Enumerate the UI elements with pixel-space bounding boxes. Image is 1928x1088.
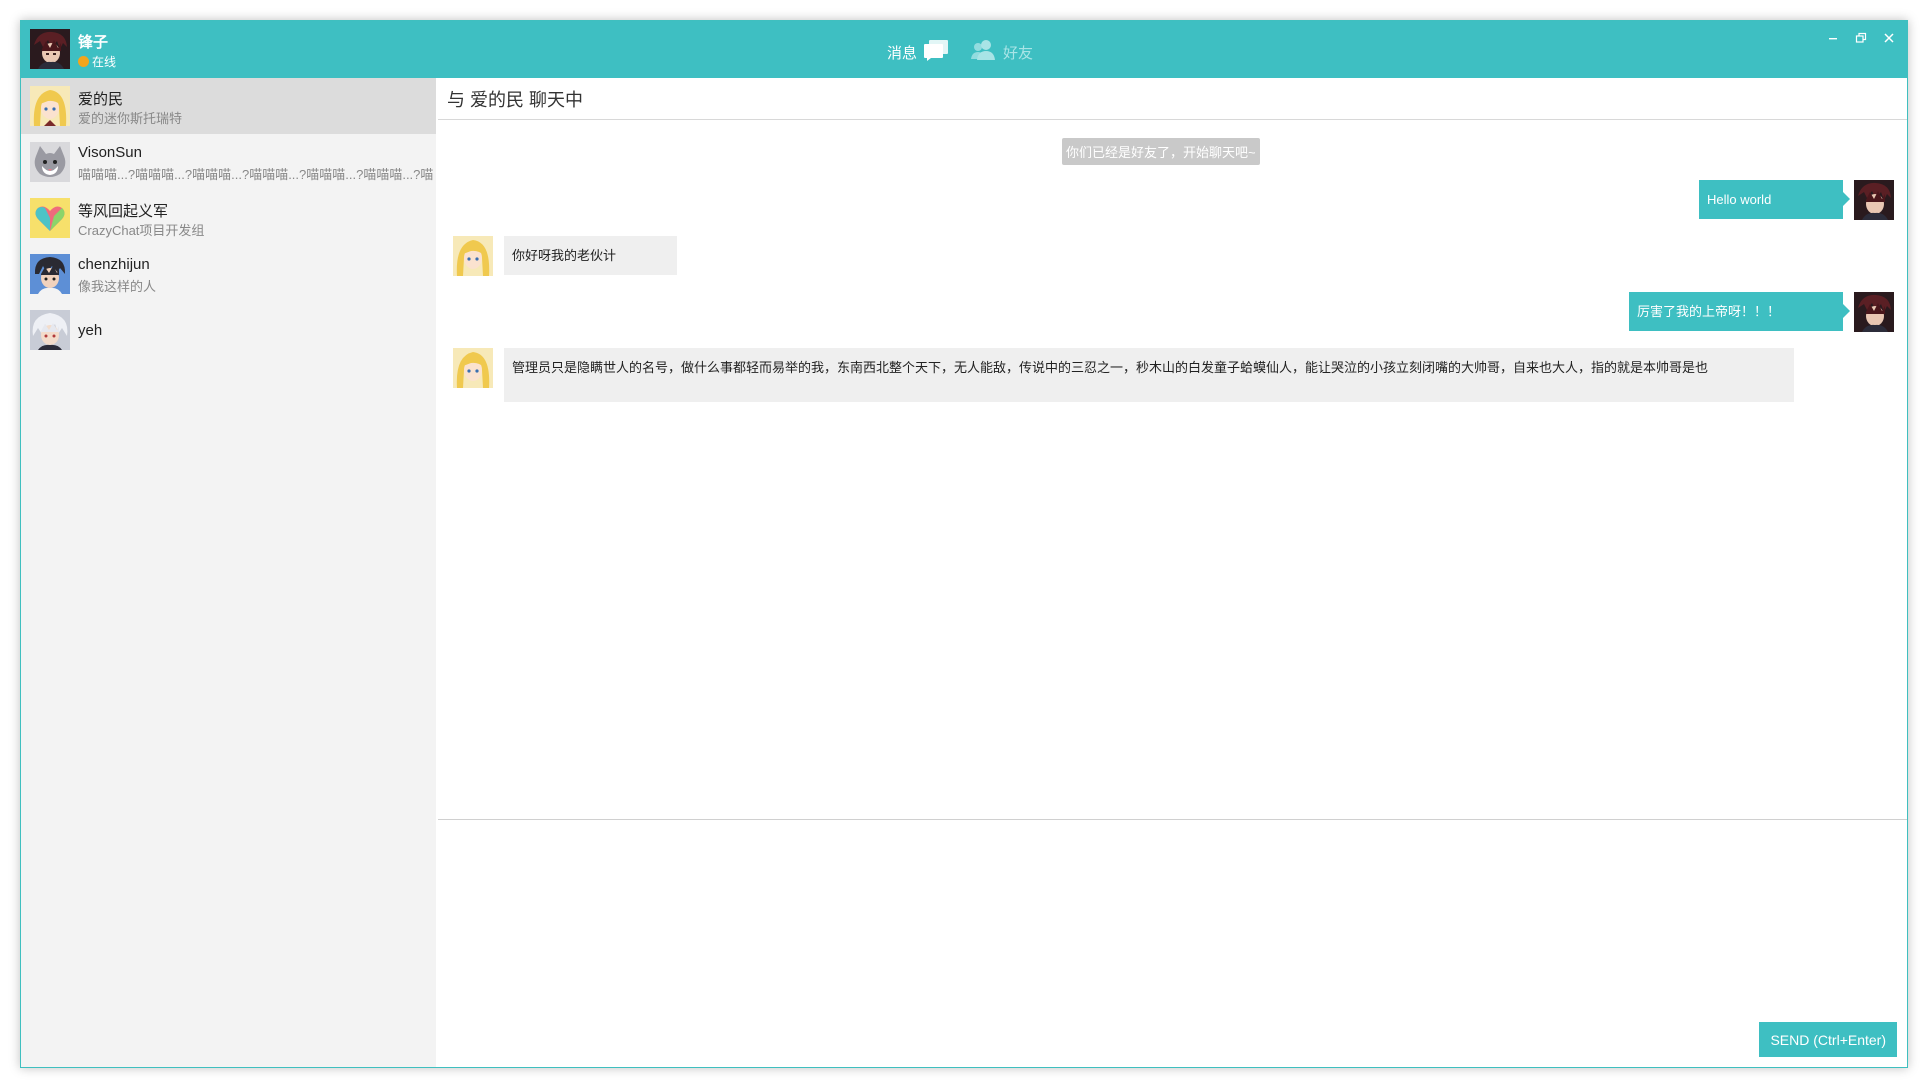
contact-item[interactable]: 等风回起义军 CrazyChat项目开发组 xyxy=(21,190,436,246)
message-bubble-received: 管理员只是隐瞒世人的名号，做什么事都轻而易举的我，东南西北整个天下，无人能敌，传… xyxy=(504,348,1794,402)
message-avatar-self[interactable] xyxy=(1854,180,1894,220)
contact-name: yeh xyxy=(78,322,103,339)
chat-window: 锋子 在线 消息 好友 爱的民 爱的迷你斯托瑞特 VisonSun 喵喵喵...… xyxy=(20,20,1908,1068)
contact-name: VisonSun xyxy=(78,144,142,161)
contact-name: 爱的民 xyxy=(78,91,124,108)
window-controls xyxy=(1823,29,1899,47)
contact-avatar xyxy=(30,142,70,182)
chat-bubbles-icon xyxy=(923,39,949,65)
tab-friends-label: 好友 xyxy=(1003,44,1034,62)
user-avatar[interactable] xyxy=(30,29,70,69)
friends-icon xyxy=(971,39,997,65)
contact-signature: 爱的迷你斯托瑞特 xyxy=(78,111,183,126)
contact-avatar xyxy=(30,310,70,350)
tab-friends[interactable]: 好友 xyxy=(971,39,1033,65)
contact-signature: CrazyChat项目开发组 xyxy=(78,223,205,238)
main-nav: 消息 好友 xyxy=(887,39,1033,65)
tab-messages-label: 消息 xyxy=(887,44,918,62)
user-status-label: 在线 xyxy=(92,55,117,69)
user-name: 锋子 xyxy=(78,34,109,51)
online-status-icon xyxy=(78,56,89,67)
message-list: 你们已经是好友了，开始聊天吧~ Hello world 你好呀我的老伙计 厉害了… xyxy=(438,120,1907,818)
user-status[interactable]: 在线 xyxy=(78,53,116,70)
contact-list: 爱的民 爱的迷你斯托瑞特 VisonSun 喵喵喵...?喵喵喵...?喵喵喵.… xyxy=(21,78,436,1067)
contact-avatar xyxy=(30,254,70,294)
message-avatar-contact[interactable] xyxy=(453,236,493,276)
contact-item[interactable]: VisonSun 喵喵喵...?喵喵喵...?喵喵喵...?喵喵喵...?喵喵喵… xyxy=(21,134,436,190)
contact-item[interactable]: yeh xyxy=(21,302,436,358)
message-bubble-received: 你好呀我的老伙计 xyxy=(504,236,677,275)
send-button[interactable]: SEND (Ctrl+Enter) xyxy=(1759,1022,1897,1057)
contact-item[interactable]: 爱的民 爱的迷你斯托瑞特 xyxy=(21,78,436,134)
minimize-button[interactable] xyxy=(1823,29,1843,47)
minimize-icon xyxy=(1829,38,1837,40)
chat-panel: 与 爱的民 聊天中 你们已经是好友了，开始聊天吧~ Hello world 你好… xyxy=(438,78,1907,1067)
message-input[interactable] xyxy=(438,820,1907,1067)
restore-icon xyxy=(1855,32,1867,43)
contact-name: chenzhijun xyxy=(78,256,150,273)
message-bubble-sent: Hello world xyxy=(1699,180,1850,219)
contact-signature: 像我这样的人 xyxy=(78,279,157,294)
message-bubble-sent: 厉害了我的上帝呀！！！ xyxy=(1629,292,1850,331)
tab-messages[interactable]: 消息 xyxy=(887,39,949,65)
close-icon xyxy=(1884,33,1894,43)
contact-avatar xyxy=(30,86,70,126)
system-message: 你们已经是好友了，开始聊天吧~ xyxy=(1062,138,1260,165)
title-bar: 锋子 在线 消息 好友 xyxy=(21,21,1907,78)
close-button[interactable] xyxy=(1879,29,1899,47)
chat-header: 与 爱的民 聊天中 xyxy=(438,78,1907,120)
contact-avatar xyxy=(30,198,70,238)
contact-item[interactable]: chenzhijun 像我这样的人 xyxy=(21,246,436,302)
restore-button[interactable] xyxy=(1851,29,1871,47)
contact-name: 等风回起义军 xyxy=(78,203,169,220)
contact-signature: 喵喵喵...?喵喵喵...?喵喵喵...?喵喵喵...?喵喵喵...?喵喵喵..… xyxy=(78,167,434,182)
message-avatar-self[interactable] xyxy=(1854,292,1894,332)
message-avatar-contact[interactable] xyxy=(453,348,493,388)
